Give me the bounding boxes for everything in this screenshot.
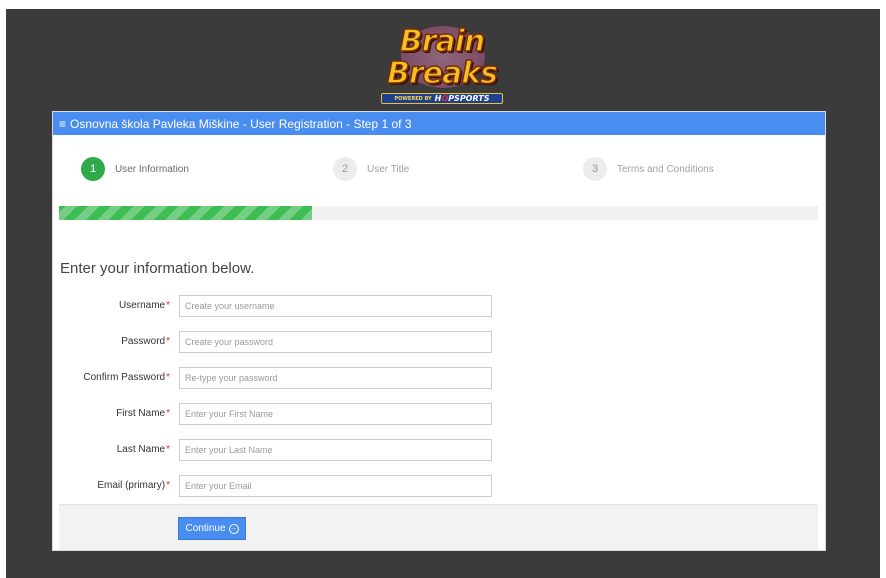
required-marker: * bbox=[166, 408, 170, 419]
form-heading: Enter your information below. bbox=[60, 260, 255, 277]
step-user-information: 1 User Information bbox=[81, 157, 189, 181]
continue-label: Continue bbox=[185, 523, 226, 534]
page-backdrop: Brain Breaks POWERED BY HOPSPORTS ≡ Osno… bbox=[6, 9, 880, 578]
confirm-password-input[interactable] bbox=[179, 367, 492, 389]
required-marker: * bbox=[166, 336, 170, 347]
username-input[interactable] bbox=[179, 295, 492, 317]
email-row: Email (primary)* bbox=[53, 475, 825, 498]
step-number-badge: 1 bbox=[81, 157, 105, 181]
username-row: Username* bbox=[53, 295, 825, 318]
arrow-right-circle-icon: → bbox=[228, 523, 239, 534]
last-name-row: Last Name* bbox=[53, 439, 825, 462]
logo-word-brain: Brain bbox=[399, 23, 486, 60]
step-label: Terms and Conditions bbox=[617, 163, 714, 175]
email-label: Email (primary)* bbox=[97, 480, 170, 491]
step-user-title: 2 User Title bbox=[333, 157, 409, 181]
last-name-label: Last Name* bbox=[116, 444, 170, 455]
continue-button[interactable]: Continue → bbox=[178, 517, 246, 540]
required-marker: * bbox=[166, 372, 170, 383]
first-name-row: First Name* bbox=[53, 403, 825, 426]
step-label: User Information bbox=[115, 163, 189, 175]
password-row: Password* bbox=[53, 331, 825, 354]
required-marker: * bbox=[166, 300, 170, 311]
step-terms-and-conditions: 3 Terms and Conditions bbox=[583, 157, 714, 181]
panel-title: Osnovna škola Pavleka Miškine - User Reg… bbox=[70, 116, 412, 131]
registration-panel: ≡ Osnovna škola Pavleka Miškine - User R… bbox=[52, 111, 826, 551]
email-input[interactable] bbox=[179, 475, 492, 497]
confirm-password-row: Confirm Password* bbox=[53, 367, 825, 390]
progress-bar bbox=[59, 206, 818, 220]
logo-powered-by-banner: POWERED BY HOPSPORTS bbox=[381, 93, 503, 104]
last-name-input[interactable] bbox=[179, 439, 492, 461]
step-label: User Title bbox=[367, 163, 410, 175]
password-input[interactable] bbox=[179, 331, 492, 353]
confirm-password-label: Confirm Password* bbox=[83, 372, 170, 383]
logo-word-breaks: Breaks bbox=[386, 55, 499, 92]
required-marker: * bbox=[166, 444, 170, 455]
step-number-badge: 2 bbox=[333, 157, 357, 181]
hamburger-icon: ≡ bbox=[59, 116, 67, 131]
logo-hopsports-text: HOPSPORTS bbox=[434, 94, 490, 103]
username-label: Username* bbox=[118, 300, 170, 311]
password-label: Password* bbox=[121, 336, 170, 347]
brain-breaks-logo: Brain Breaks POWERED BY HOPSPORTS bbox=[379, 20, 505, 104]
logo-powered-by-text: POWERED BY bbox=[394, 95, 432, 102]
panel-header: ≡ Osnovna škola Pavleka Miškine - User R… bbox=[53, 112, 825, 135]
form-footer: Continue → bbox=[59, 504, 818, 550]
first-name-input[interactable] bbox=[179, 403, 492, 425]
first-name-label: First Name* bbox=[116, 408, 170, 419]
step-number-badge: 3 bbox=[583, 157, 607, 181]
required-marker: * bbox=[166, 480, 170, 491]
progress-bar-fill bbox=[59, 206, 312, 220]
